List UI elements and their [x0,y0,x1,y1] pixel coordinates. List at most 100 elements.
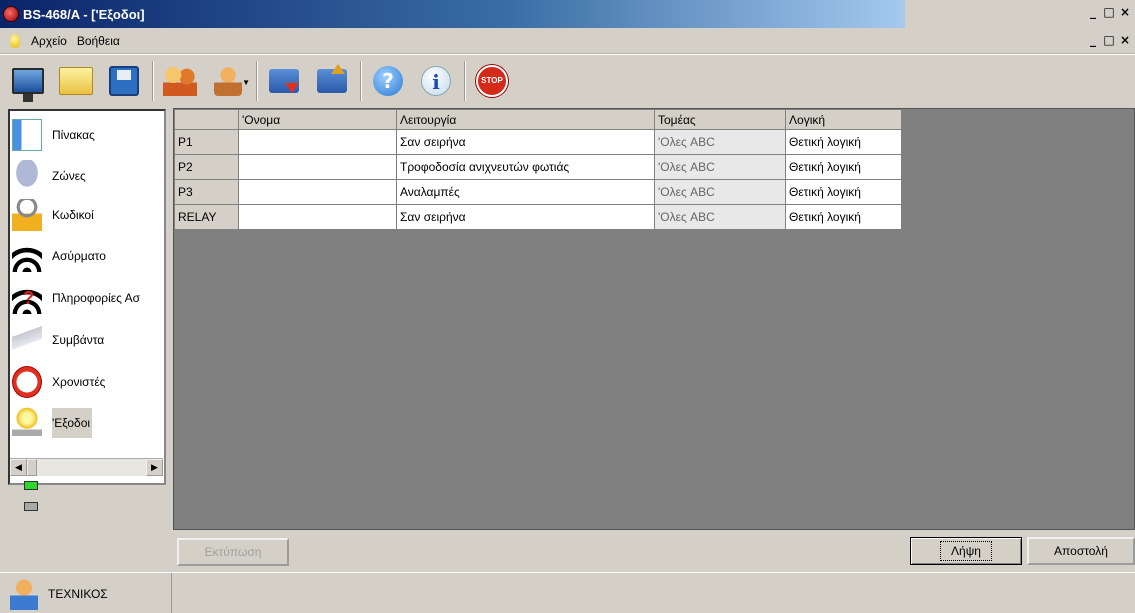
toolbar: ▼ ? i STOP [0,54,1135,106]
row-header[interactable]: P3 [174,179,239,205]
nav-item-label: Ζώνες [52,169,86,183]
column-header-name[interactable]: 'Ονομα [238,109,397,130]
logic-cell[interactable]: Θετική λογική [785,154,902,180]
scroll-right-icon[interactable]: ▶ [146,459,163,476]
nav-item-label: Πληροφορίες Ασ [52,291,141,305]
current-user: ΤΕΧΝΙΚΟΣ [0,573,172,613]
nav-item-wireless[interactable]: Ασύρματο [10,236,164,276]
nav-item-label: Χρονιστές [52,375,106,389]
logic-cell[interactable]: Θετική λογική [785,204,902,230]
monitor-button[interactable] [8,61,48,102]
info-icon: i [421,65,451,96]
nav-item-panel[interactable]: Πίνακας [10,115,164,155]
row-header[interactable]: RELAY [174,204,239,230]
app-icon[interactable] [3,6,19,22]
minimize-button[interactable]: _ [1085,6,1101,20]
nav-item-codes[interactable]: Κωδικοί [10,195,164,235]
receive-button-label: Λήψη [940,541,992,561]
toolbar-separator [152,60,154,101]
nav-item-timers[interactable]: Χρονιστές [10,362,164,402]
help-icon: ? [373,65,403,96]
toolbar-separator [256,60,258,101]
row-header[interactable]: P1 [174,129,239,155]
name-cell[interactable] [238,154,397,180]
window-controls: _ □ × [1085,6,1133,20]
table-row: P1 Σαν σειρήνα 'Ολες ABC Θετική λογική [174,129,902,155]
nav-item-zones[interactable]: Ζώνες [10,156,164,196]
nav-item-label: Συμβάντα [52,333,105,347]
status-led-gray [24,502,38,511]
user-label: ΤΕΧΝΙΚΟΣ [48,586,108,601]
logic-cell[interactable]: Θετική λογική [785,179,902,205]
column-header-logic[interactable]: Λογική [785,109,902,130]
function-cell[interactable]: Τροφοδοσία ανιχνευτών φωτιάς [396,154,655,180]
menu-bar: Αρχείο Βοήθεια _ □ × [0,28,1135,54]
user-dropdown-button[interactable]: ▼ [208,61,250,101]
child-restore-button[interactable]: □ [1101,34,1117,48]
receive-button[interactable]: Λήψη [910,537,1022,565]
navigation-list: Πίνακας Ζώνες Κωδικοί Ασύρματο Πληροφορί… [8,109,166,485]
table-icon [12,119,42,151]
monitor-icon [12,67,44,102]
toolbar-separator [464,60,466,101]
nav-item-events[interactable]: Συμβάντα [10,320,164,360]
child-minimize-button[interactable]: _ [1085,34,1101,48]
close-button[interactable]: × [1117,6,1133,20]
users-button[interactable] [160,61,200,101]
scroll-thumb[interactable] [27,459,37,476]
function-cell[interactable]: Σαν σειρήνα [396,204,655,230]
events-icon [12,324,42,356]
child-close-button[interactable]: × [1117,34,1133,48]
function-cell[interactable]: Σαν σειρήνα [396,129,655,155]
info-button[interactable]: i [416,61,456,101]
function-cell[interactable]: Αναλαμπές [396,179,655,205]
open-button[interactable] [56,61,96,101]
name-cell[interactable] [238,204,397,230]
title-bar: BS-468/A - ['Εξοδοι] _ □ × [0,0,1135,28]
nav-item-wireless-info[interactable]: Πληροφορίες Ασ [10,278,164,318]
folder-icon [59,66,93,95]
bulb-icon [12,407,42,439]
child-window-controls: _ □ × [1085,34,1133,48]
nav-item-outputs[interactable]: 'Εξοδοι [10,403,164,443]
row-header[interactable]: P2 [174,154,239,180]
users-icon [163,65,197,96]
window-title: BS-468/A - ['Εξοδοι] [23,6,145,22]
stop-button[interactable]: STOP [472,61,512,101]
column-header-function[interactable]: Λειτουργία [396,109,655,130]
table-header-row: 'Ονομα Λειτουργία Τομέας Λογική [174,109,902,130]
menu-file[interactable]: Αρχείο [26,34,72,48]
nav-item-label: Πίνακας [52,128,95,142]
sector-cell[interactable]: 'Ολες ABC [654,179,786,205]
clock-icon [12,366,42,398]
name-cell[interactable] [238,129,397,155]
save-button[interactable] [104,61,144,101]
nav-item-label: Κωδικοί [52,208,94,222]
help-button[interactable]: ? [368,61,408,101]
column-header-sector[interactable]: Τομέας [654,109,786,130]
lock-icon [12,199,42,231]
name-cell[interactable] [238,179,397,205]
bulb-icon [10,33,20,48]
download-button[interactable] [264,61,304,101]
left-panel: Πίνακας Ζώνες Κωδικοί Ασύρματο Πληροφορί… [0,106,172,572]
outputs-grid-area: 'Ονομα Λειτουργία Τομέας Λογική P1 Σαν σ… [173,108,1135,530]
stop-icon: STOP [476,64,508,97]
upload-button[interactable] [312,61,352,101]
restore-button[interactable]: □ [1101,6,1117,20]
send-button[interactable]: Αποστολή [1027,537,1135,565]
menu-help[interactable]: Βοήθεια [72,34,125,48]
column-header-id [174,109,239,130]
sector-cell[interactable]: 'Ολες ABC [654,204,786,230]
nav-item-label: 'Εξοδοι [52,408,93,438]
scroll-left-icon[interactable]: ◀ [10,459,27,476]
table-row: P3 Αναλαμπές 'Ολες ABC Θετική λογική [174,179,902,205]
logic-cell[interactable]: Θετική λογική [785,129,902,155]
user-icon [10,577,38,610]
wireless-info-icon [12,282,42,314]
sector-cell[interactable]: 'Ολες ABC [654,129,786,155]
outputs-table: 'Ονομα Λειτουργία Τομέας Λογική P1 Σαν σ… [174,109,902,230]
print-button[interactable]: Εκτύπωση [177,538,289,566]
sector-cell[interactable]: 'Ολες ABC [654,154,786,180]
horizontal-scrollbar[interactable]: ◀ ▶ [10,458,163,476]
